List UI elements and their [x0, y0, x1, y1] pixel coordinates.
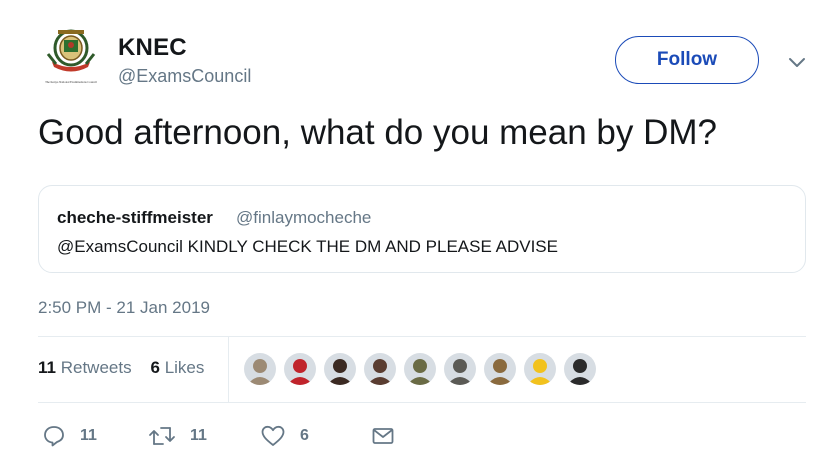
avatar-icon	[484, 353, 516, 385]
tweet-text: Good afternoon, what do you mean by DM?	[38, 113, 718, 152]
likes-stat[interactable]: 6 Likes	[151, 358, 205, 377]
divider-bottom	[38, 402, 806, 403]
liker-avatar-1[interactable]	[244, 353, 276, 385]
liker-avatar-2[interactable]	[284, 353, 316, 385]
like-count: 6	[300, 427, 309, 444]
author-handle[interactable]: @ExamsCouncil	[118, 66, 251, 87]
engagement-stats: 11 Retweets 6 Likes	[38, 358, 204, 378]
quoted-tweet-card[interactable]: cheche-stiffmeister @finlaymocheche @Exa…	[38, 185, 806, 273]
liker-avatar-4[interactable]	[364, 353, 396, 385]
avatar-icon	[244, 353, 276, 385]
likes-label: Likes	[164, 358, 205, 377]
likes-count: 6	[150, 358, 160, 377]
quoted-author-handle: @finlaymocheche	[236, 208, 372, 227]
retweets-count: 11	[38, 358, 56, 377]
stats-separator	[228, 336, 229, 402]
liker-avatar-6[interactable]	[444, 353, 476, 385]
author-display-name[interactable]: KNEC	[118, 34, 187, 62]
logo-caption: The Kenya National Examinations Council	[45, 80, 97, 84]
avatar-icon	[404, 353, 436, 385]
envelope-icon	[372, 428, 394, 444]
quoted-tweet-text: @ExamsCouncil KINDLY CHECK THE DM AND PL…	[57, 237, 558, 256]
quoted-author-name: cheche-stiffmeister	[57, 208, 213, 227]
knec-logo-avatar[interactable]: The Kenya National Examinations Council	[38, 24, 104, 94]
tweet-timestamp[interactable]: 2:50 PM - 21 Jan 2019	[38, 298, 210, 318]
reply-count: 11	[80, 427, 97, 444]
avatar-icon	[524, 353, 556, 385]
retweet-icon	[149, 427, 175, 445]
chevron-down-icon	[789, 58, 805, 67]
retweet-button[interactable]: 11	[148, 424, 207, 448]
divider-top	[38, 336, 806, 337]
retweets-label: Retweets	[60, 358, 132, 377]
avatar-icon	[444, 353, 476, 385]
retweet-count: 11	[190, 427, 207, 444]
liker-avatar-7[interactable]	[484, 353, 516, 385]
reply-button[interactable]: 11	[42, 424, 97, 448]
heart-icon	[261, 425, 285, 446]
liker-avatar-8[interactable]	[524, 353, 556, 385]
avatar-icon	[364, 353, 396, 385]
avatar-icon	[284, 353, 316, 385]
retweets-stat[interactable]: 11 Retweets	[38, 358, 132, 377]
direct-message-button[interactable]	[371, 424, 409, 448]
avatar-icon	[564, 353, 596, 385]
follow-button-label: Follow	[656, 49, 718, 70]
liker-avatar-3[interactable]	[324, 353, 356, 385]
follow-button[interactable]: Follow	[615, 36, 759, 84]
liker-avatar-5[interactable]	[404, 353, 436, 385]
more-options-button[interactable]	[786, 54, 808, 70]
avatar-icon	[324, 353, 356, 385]
like-button[interactable]: 6	[260, 424, 309, 448]
liker-avatar-9[interactable]	[564, 353, 596, 385]
reply-icon	[44, 426, 64, 447]
